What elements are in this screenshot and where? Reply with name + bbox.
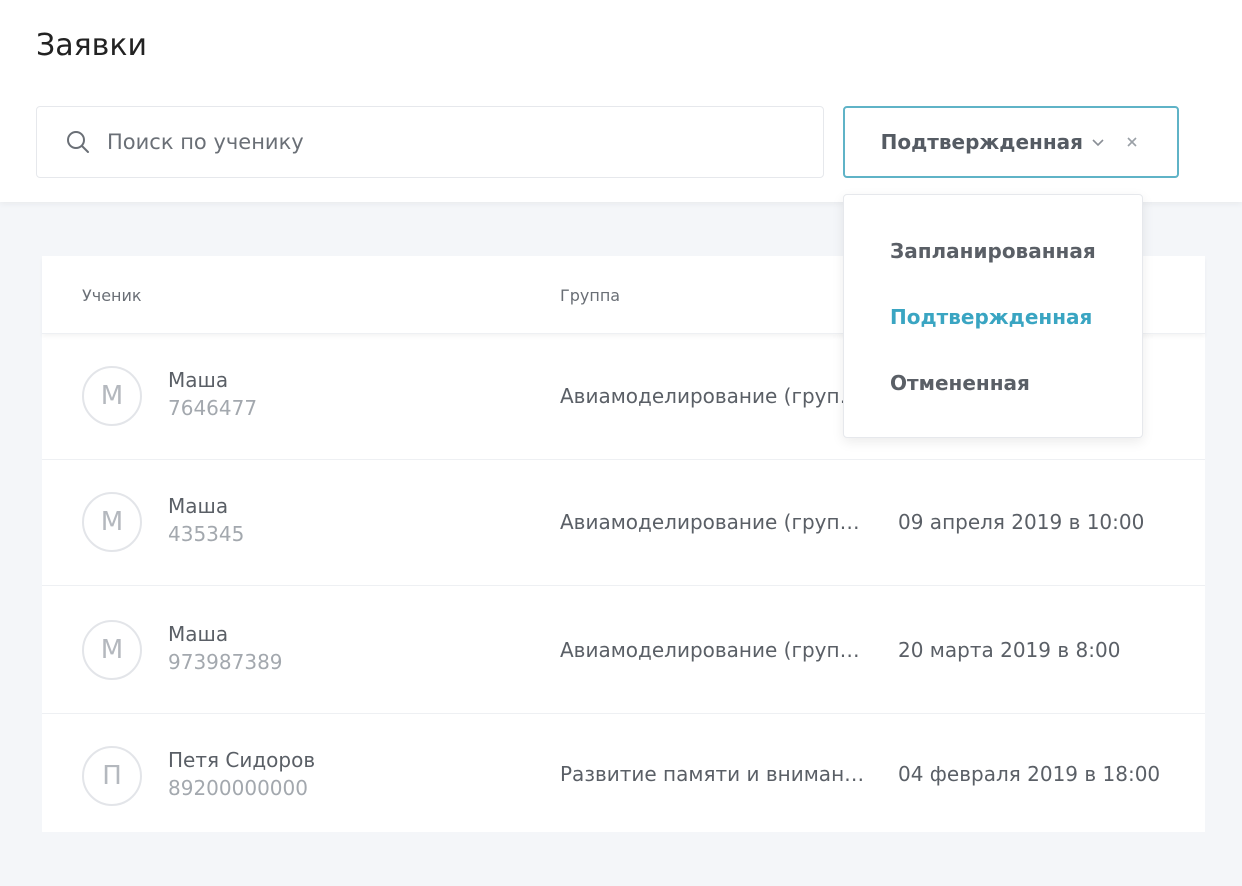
chevron-down-icon[interactable]: [1091, 134, 1107, 150]
student-phone: 973987389: [168, 650, 283, 674]
table-row[interactable]: М Маша 973987389 Авиамоделирование (груп…: [42, 586, 1205, 714]
student-phone: 89200000000: [168, 776, 308, 800]
student-phone: 435345: [168, 522, 245, 546]
status-dropdown-menu: Запланированная Подтвержденная Отмененна…: [843, 194, 1143, 438]
avatar: П: [82, 746, 142, 806]
table-row[interactable]: М Маша 435345 Авиамоделирование (группа)…: [42, 460, 1205, 586]
status-filter-value: Подтвержденная: [880, 130, 1083, 154]
column-header-student[interactable]: Ученик: [82, 286, 142, 305]
avatar: М: [82, 366, 142, 426]
table-row[interactable]: П Петя Сидоров 89200000000 Развитие памя…: [42, 714, 1205, 832]
request-date: 20 марта 2019 в 8:00: [898, 638, 1121, 662]
student-name: Маша: [168, 494, 229, 518]
status-filter-select[interactable]: Подтвержденная: [843, 106, 1179, 178]
student-name: Маша: [168, 622, 229, 646]
group-name: Развитие памяти и внимания: [560, 762, 865, 786]
status-option-cancelled[interactable]: Отмененная: [890, 371, 1030, 395]
page-title: Заявки: [36, 28, 147, 63]
avatar: М: [82, 620, 142, 680]
search-input[interactable]: [107, 130, 787, 154]
group-name: Авиамоделирование (группа): [560, 384, 865, 408]
status-option-planned[interactable]: Запланированная: [890, 239, 1096, 263]
search-icon: [65, 128, 93, 156]
group-name: Авиамоделирование (группа): [560, 638, 865, 662]
status-option-confirmed[interactable]: Подтвержденная: [890, 305, 1092, 329]
page-header: Заявки Подтвержденная: [0, 0, 1242, 202]
group-name: Авиамоделирование (группа): [560, 510, 865, 534]
request-date: 09 апреля 2019 в 10:00: [898, 510, 1145, 534]
student-phone: 7646477: [168, 396, 258, 420]
avatar: М: [82, 492, 142, 552]
student-name: Петя Сидоров: [168, 748, 316, 772]
close-icon[interactable]: [1125, 133, 1143, 151]
request-date: 04 февраля 2019 в 18:00: [898, 762, 1161, 786]
column-header-group[interactable]: Группа: [560, 286, 620, 305]
student-name: Маша: [168, 368, 229, 392]
search-box[interactable]: [36, 106, 824, 178]
